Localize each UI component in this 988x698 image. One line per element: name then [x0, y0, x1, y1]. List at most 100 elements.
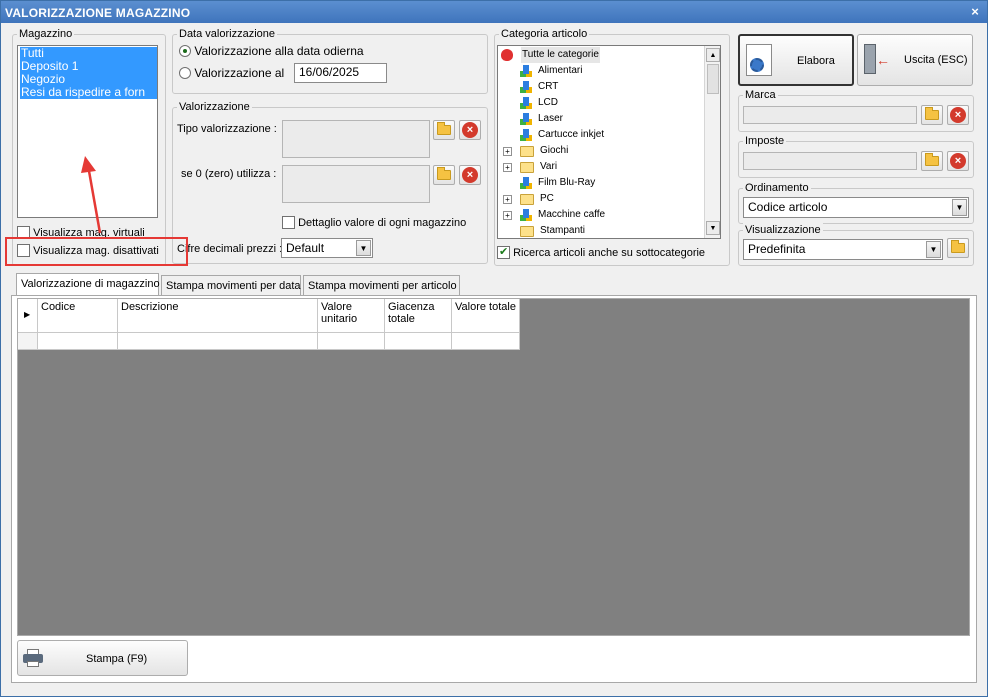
folder-icon — [437, 167, 451, 180]
cube-part — [523, 84, 529, 90]
tab-movimenti-articolo[interactable]: Stampa movimenti per articolo — [303, 275, 460, 295]
ordinamento-select[interactable]: Codice articolo ▼ — [743, 197, 969, 218]
table-cell[interactable] — [318, 333, 385, 350]
chevron-down-icon[interactable]: ▼ — [926, 241, 941, 258]
ricerca-checkbox-row[interactable]: Ricerca articoli anche su sottocategorie — [497, 245, 705, 259]
tree-node[interactable]: LCD — [503, 95, 558, 111]
table-cell[interactable] — [118, 333, 318, 350]
radio-odierna[interactable] — [179, 45, 191, 57]
table-row-header — [18, 333, 38, 350]
tree-node[interactable]: Cartucce inkjet — [503, 127, 604, 143]
radio-al[interactable] — [179, 67, 191, 79]
tree-node-root[interactable]: Tutte le categorie — [501, 47, 600, 63]
tipo-valorizzazione-field[interactable] — [282, 120, 430, 158]
tab-movimenti-data[interactable]: Stampa movimenti per data — [161, 275, 301, 295]
close-icon[interactable]: × — [971, 4, 979, 19]
cifre-decimali-label: Cifre decimali prezzi : — [177, 243, 283, 255]
tree-node[interactable]: + PC — [503, 191, 554, 207]
tree-node[interactable]: Stampanti — [503, 223, 586, 238]
highlight-box — [5, 237, 188, 266]
expand-icon[interactable]: + — [503, 194, 512, 204]
imposte-browse-button[interactable] — [921, 151, 943, 171]
imposte-field[interactable] — [743, 152, 917, 170]
table-cell[interactable] — [452, 333, 520, 350]
tree-node[interactable]: Film Blu-Ray — [503, 175, 595, 191]
elabora-label: Elabora — [797, 55, 835, 67]
tree-node[interactable]: Alimentari — [503, 63, 582, 79]
visualizzazione-value: Predefinita — [748, 242, 806, 256]
tree-node[interactable]: CRT — [503, 79, 558, 95]
magazzino-item[interactable]: Resi da rispedire a forn — [20, 86, 157, 99]
dettaglio-checkbox[interactable] — [282, 216, 295, 229]
tree-node-label: PC — [540, 193, 554, 204]
tree-node[interactable]: + Giochi — [503, 143, 568, 159]
col-codice[interactable]: Codice — [38, 299, 118, 333]
folder-icon — [520, 225, 534, 237]
tree-node[interactable]: + Vari — [503, 159, 557, 175]
folder-icon — [520, 145, 534, 157]
tab-valorizzazione[interactable]: Valorizzazione di magazzino — [16, 273, 160, 295]
col-valore-totale[interactable]: Valore totale — [452, 299, 520, 333]
clear-icon: × — [462, 167, 478, 183]
chevron-down-icon[interactable]: ▼ — [952, 199, 967, 216]
col-valore-unitario[interactable]: Valore unitario — [318, 299, 385, 333]
zero-clear-button[interactable]: × — [459, 165, 481, 185]
scroll-thumb[interactable] — [707, 64, 719, 94]
categoria-tree[interactable]: Tutte le categorie Alimentari CRT LCD Laser… — [497, 45, 721, 239]
data-grid[interactable]: ▶ Codice Descrizione Valore unitario Gia… — [17, 298, 970, 636]
expand-icon[interactable]: + — [503, 146, 512, 156]
expand-icon[interactable]: + — [503, 162, 512, 172]
tree-node-label: Vari — [540, 161, 558, 172]
tree-node-label: Macchine caffe — [538, 209, 606, 220]
table-cell[interactable] — [38, 333, 118, 350]
scroll-up-icon[interactable]: ▲ — [706, 48, 720, 62]
col-giacenza-totale[interactable]: Giacenza totale — [385, 299, 452, 333]
tree-node-label: LCD — [538, 97, 559, 108]
clear-icon: × — [950, 153, 966, 169]
tipo-browse-button[interactable] — [433, 120, 455, 140]
radio-al-row[interactable]: Valorizzazione al — [179, 66, 284, 80]
marca-field[interactable] — [743, 106, 917, 124]
cifre-decimali-value: Default — [286, 241, 325, 255]
chevron-down-icon[interactable]: ▼ — [356, 240, 371, 256]
date-field[interactable]: 16/06/2025 — [294, 63, 387, 83]
ricerca-checkbox[interactable] — [497, 245, 510, 259]
tree-node-label: Stampanti — [540, 225, 586, 236]
window: VALORIZZAZIONE MAGAZZINO × Magazzino Tut… — [0, 0, 988, 697]
tipo-clear-button[interactable]: × — [459, 120, 481, 140]
scroll-down-icon[interactable]: ▼ — [706, 221, 720, 235]
table-cell[interactable] — [385, 333, 452, 350]
exit-icon: ← — [864, 44, 890, 74]
marca-clear-button[interactable]: × — [947, 105, 969, 125]
visualizzazione-label: Visualizzazione — [743, 223, 823, 237]
tree-scrollbar[interactable]: ▲ ▼ — [704, 46, 720, 238]
radio-odierna-label: Valorizzazione alla data odierna — [194, 44, 364, 58]
imposte-label: Imposte — [743, 134, 787, 148]
magazzino-list[interactable]: Tutti Deposito 1 Negozio Resi da rispedi… — [17, 45, 158, 218]
expand-icon[interactable]: + — [503, 210, 512, 220]
folder-icon — [951, 240, 965, 253]
gear-document-icon — [746, 44, 772, 76]
cubes-icon — [520, 177, 532, 189]
marca-browse-button[interactable] — [921, 105, 943, 125]
zero-utilizza-field[interactable] — [282, 165, 430, 203]
tree-node[interactable]: + Macchine caffe — [503, 207, 605, 223]
radio-odierna-row[interactable]: Valorizzazione alla data odierna — [179, 44, 364, 58]
uscita-button[interactable]: ← Uscita (ESC) — [857, 34, 973, 86]
elabora-button[interactable]: Elabora — [738, 34, 854, 86]
stampa-label: Stampa (F9) — [86, 653, 148, 665]
cubes-icon — [520, 65, 532, 77]
visualizzazione-select[interactable]: Predefinita ▼ — [743, 239, 943, 260]
visualizzazione-browse-button[interactable] — [947, 238, 969, 258]
clear-icon: × — [462, 122, 478, 138]
col-descrizione[interactable]: Descrizione — [118, 299, 318, 333]
zero-browse-button[interactable] — [433, 165, 455, 185]
tree-node[interactable]: Laser — [503, 111, 563, 127]
tree-node-label: Cartucce inkjet — [538, 129, 605, 140]
cifre-decimali-select[interactable]: Default ▼ — [281, 238, 373, 258]
data-valorizzazione-label: Data valorizzazione — [177, 27, 277, 41]
imposte-clear-button[interactable]: × — [947, 151, 969, 171]
stampa-button[interactable]: Stampa (F9) — [17, 640, 188, 676]
clear-icon: × — [950, 107, 966, 123]
dettaglio-checkbox-row[interactable]: Dettaglio valore di ogni magazzino — [282, 216, 466, 229]
